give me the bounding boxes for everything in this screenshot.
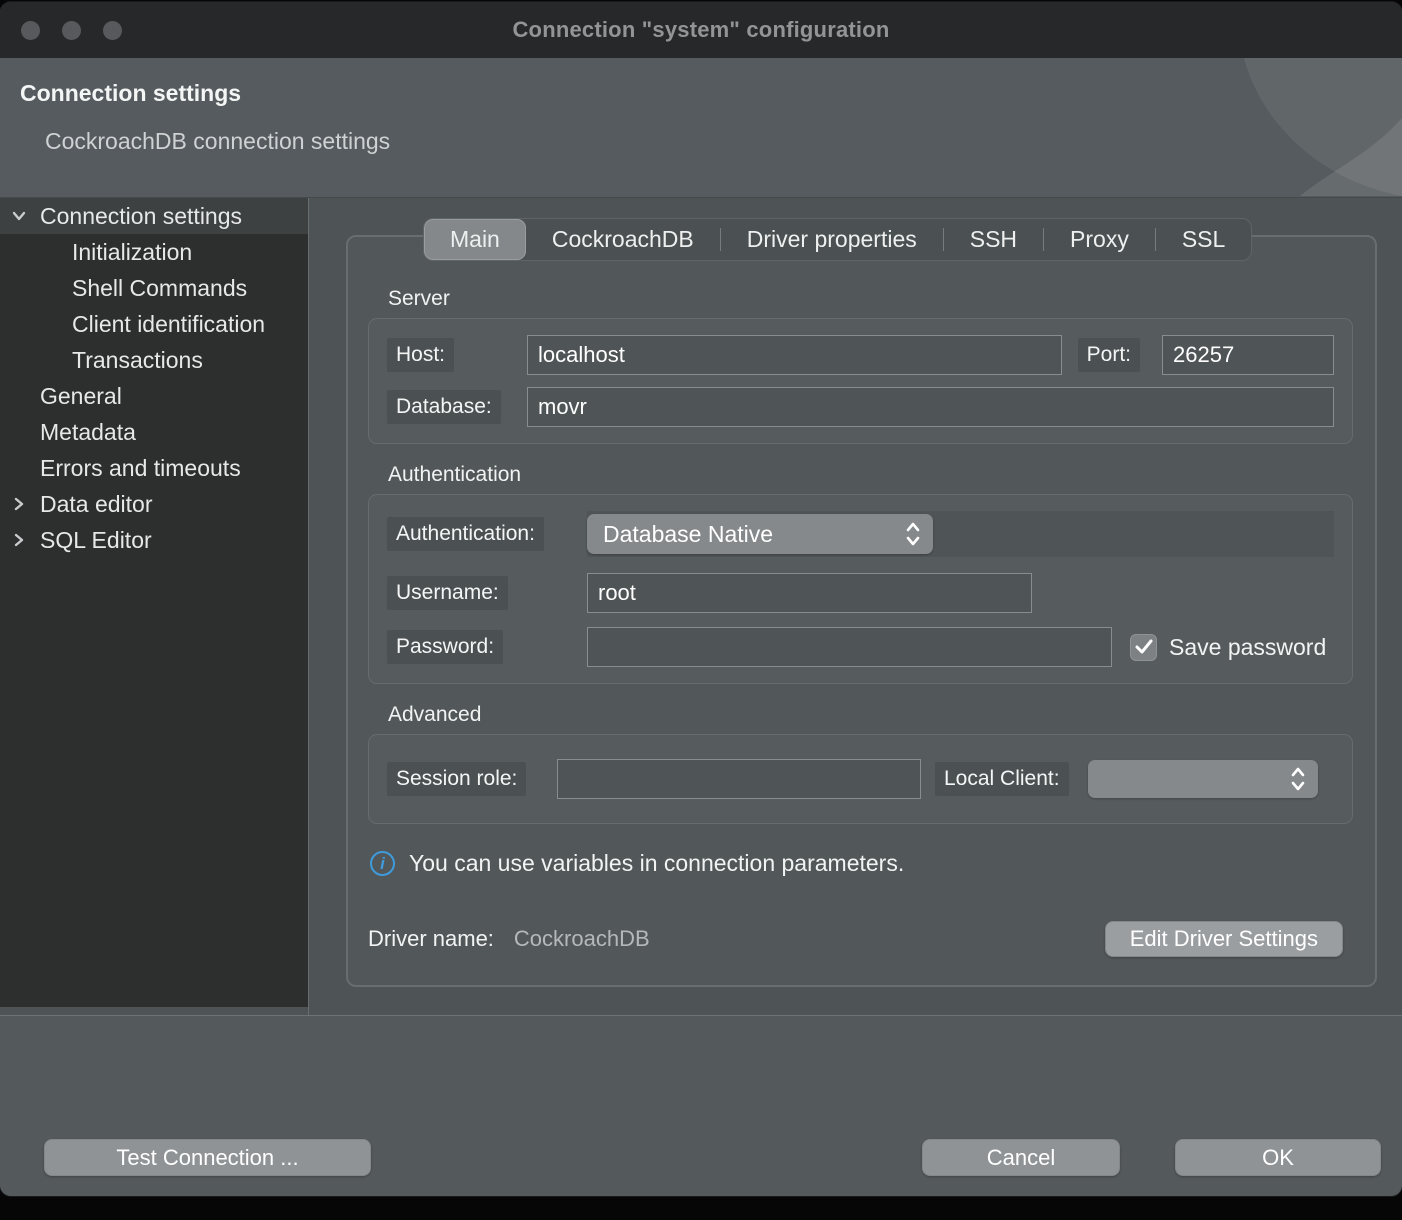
main-tab-panel: Server Host: Port: Database: Authenticat…	[346, 235, 1377, 987]
tree-item-label: Metadata	[40, 419, 136, 446]
password-label: Password:	[387, 630, 503, 664]
tree-item-transactions[interactable]: Transactions	[0, 342, 308, 378]
authentication-selected-value: Database Native	[603, 521, 773, 548]
tree-item-label: Errors and timeouts	[40, 455, 241, 482]
tree-item-initialization[interactable]: Initialization	[0, 234, 308, 270]
driver-row: Driver name: CockroachDB Edit Driver Set…	[368, 921, 1343, 957]
check-icon	[1135, 639, 1153, 655]
authentication-select-strip: Database Native	[587, 511, 1334, 557]
main-area: Connection settings Initialization Shell…	[0, 198, 1402, 1015]
tree-item-connection-settings[interactable]: Connection settings	[0, 198, 308, 234]
page-title: Connection settings	[20, 80, 241, 107]
tab-ssh[interactable]: SSH	[944, 219, 1043, 260]
header-decoration	[1132, 58, 1402, 198]
connection-dialog-window: Connection "system" configuration Connec…	[0, 2, 1402, 1196]
tree-item-general[interactable]: General	[0, 378, 308, 414]
advanced-group: Session role: Local Client:	[368, 734, 1353, 824]
save-password-label: Save password	[1169, 634, 1326, 661]
authentication-label: Authentication:	[387, 517, 544, 551]
updown-chevron-icon	[1290, 766, 1306, 792]
tab-cockroachdb[interactable]: CockroachDB	[526, 219, 720, 260]
dialog-header: Connection settings CockroachDB connecti…	[0, 58, 1402, 198]
tab-proxy[interactable]: Proxy	[1044, 219, 1155, 260]
tree-item-label: General	[40, 383, 122, 410]
session-role-input[interactable]	[557, 759, 921, 799]
tree-item-metadata[interactable]: Metadata	[0, 414, 308, 450]
settings-tree: Connection settings Initialization Shell…	[0, 198, 308, 1007]
authentication-group-label: Authentication	[388, 463, 1375, 487]
tree-item-label: Transactions	[72, 347, 203, 374]
tree-item-label: Client identification	[72, 311, 265, 338]
cancel-button[interactable]: Cancel	[922, 1139, 1120, 1176]
tab-ssl[interactable]: SSL	[1156, 219, 1251, 260]
info-message: You can use variables in connection para…	[409, 850, 904, 877]
ok-button[interactable]: OK	[1175, 1139, 1381, 1176]
tree-item-shell-commands[interactable]: Shell Commands	[0, 270, 308, 306]
server-group: Host: Port: Database:	[368, 318, 1353, 444]
title-bar: Connection "system" configuration	[0, 2, 1402, 58]
tree-item-label: Data editor	[40, 491, 153, 518]
port-label: Port:	[1078, 338, 1140, 372]
edit-driver-settings-button[interactable]: Edit Driver Settings	[1105, 921, 1343, 957]
info-icon: i	[370, 851, 395, 876]
tree-item-sql-editor[interactable]: SQL Editor	[0, 522, 308, 558]
server-group-label: Server	[388, 287, 1375, 311]
divider	[363, 896, 1360, 897]
dialog-footer: Test Connection ... Cancel OK	[0, 1015, 1402, 1196]
chevron-right-icon[interactable]	[10, 531, 28, 549]
driver-name-value: CockroachDB	[514, 926, 1105, 952]
chevron-right-icon[interactable]	[10, 495, 28, 513]
username-label: Username:	[387, 576, 508, 610]
tab-main[interactable]: Main	[424, 219, 526, 260]
tab-driver-properties[interactable]: Driver properties	[721, 219, 943, 260]
advanced-group-label: Advanced	[388, 703, 1375, 727]
connection-tabs: Main CockroachDB Driver properties SSH P…	[423, 218, 1252, 261]
authentication-group: Authentication: Database Native	[368, 494, 1353, 684]
window-title: Connection "system" configuration	[0, 17, 1402, 43]
authentication-select[interactable]: Database Native	[587, 514, 933, 554]
port-input[interactable]	[1162, 335, 1334, 375]
local-client-select[interactable]	[1088, 760, 1318, 798]
tree-item-client-identification[interactable]: Client identification	[0, 306, 308, 342]
tree-item-data-editor[interactable]: Data editor	[0, 486, 308, 522]
database-input[interactable]	[527, 387, 1334, 427]
host-label: Host:	[387, 338, 454, 372]
page-subtitle: CockroachDB connection settings	[45, 128, 390, 155]
session-role-label: Session role:	[387, 762, 526, 796]
driver-name-label: Driver name:	[368, 926, 494, 952]
tree-item-label: SQL Editor	[40, 527, 152, 554]
save-password-checkbox[interactable]	[1130, 634, 1157, 661]
info-row: i You can use variables in connection pa…	[370, 850, 1375, 877]
database-label: Database:	[387, 390, 501, 424]
local-client-label: Local Client:	[935, 762, 1069, 796]
tree-item-label: Connection settings	[40, 203, 242, 230]
tree-item-label: Shell Commands	[72, 275, 247, 302]
tree-item-label: Initialization	[72, 239, 192, 266]
password-input[interactable]	[587, 627, 1112, 667]
tree-item-errors-and-timeouts[interactable]: Errors and timeouts	[0, 450, 308, 486]
updown-chevron-icon	[905, 521, 921, 547]
host-input[interactable]	[527, 335, 1062, 375]
username-input[interactable]	[587, 573, 1032, 613]
chevron-down-icon[interactable]	[10, 207, 28, 225]
settings-content: Main CockroachDB Driver properties SSH P…	[308, 198, 1402, 1015]
test-connection-button[interactable]: Test Connection ...	[44, 1139, 371, 1176]
